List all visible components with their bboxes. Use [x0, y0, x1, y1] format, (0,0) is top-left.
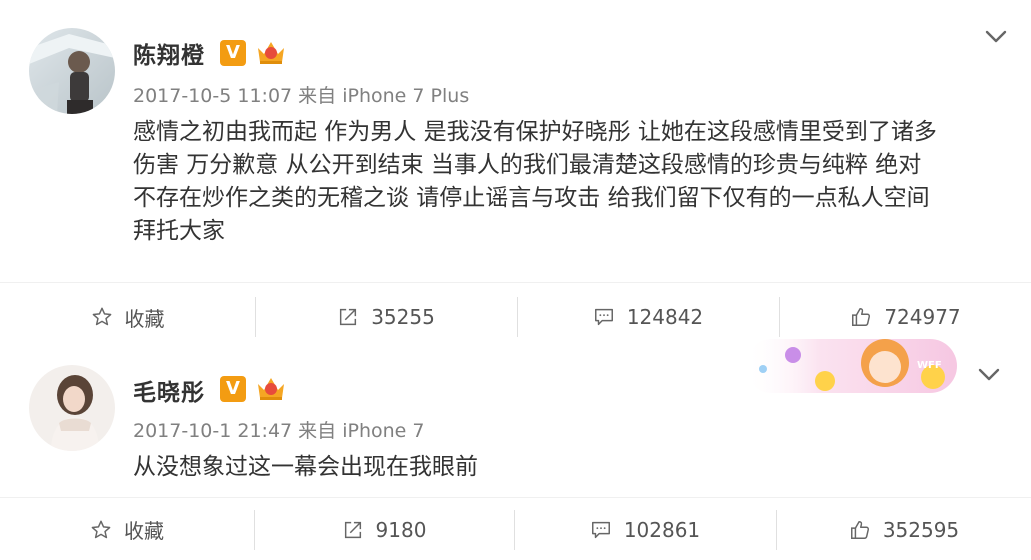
- chevron-down-icon[interactable]: [985, 30, 1007, 44]
- content-line: 感情之初由我而起 作为男人 是我没有保护好晓彤 让她在这段感情里受到了诸多: [133, 119, 937, 145]
- post-content: 感情之初由我而起 作为男人 是我没有保护好晓彤 让她在这段感情里受到了诸多 伤害…: [133, 116, 1013, 248]
- star-icon: [92, 307, 111, 326]
- avatar-photo-icon: [29, 28, 115, 114]
- post-date[interactable]: 2017-10-5 11:07: [133, 85, 292, 107]
- share-arrow-icon: [340, 308, 357, 326]
- favorite-button[interactable]: 收藏: [0, 498, 254, 560]
- avatar[interactable]: [29, 28, 115, 114]
- comment-button[interactable]: 124842: [518, 283, 778, 351]
- weibo-post-1: 陈翔橙 V 2017-10-5 11:07 来自 iPhone 7 Plus 感…: [0, 0, 1031, 282]
- source-prefix: 来自: [298, 420, 337, 442]
- verified-badge: V: [220, 376, 246, 402]
- comment-button[interactable]: 102861: [515, 498, 775, 560]
- like-count: 352595: [882, 517, 960, 542]
- thumbs-up-icon: [850, 520, 869, 539]
- action-bar: 收藏 9180 102861 352595: [0, 497, 1031, 560]
- chevron-down-icon[interactable]: [978, 368, 1000, 382]
- content-line: 从没想象过这一幕会出现在我眼前: [133, 454, 478, 480]
- post-source[interactable]: iPhone 7 Plus: [342, 85, 469, 107]
- favorite-label: 收藏: [124, 306, 165, 331]
- content-line: 拜托大家: [133, 218, 225, 244]
- source-prefix: 来自: [298, 85, 337, 107]
- post-date[interactable]: 2017-10-1 21:47: [133, 420, 292, 442]
- like-count: 724977: [884, 305, 961, 329]
- avatar-photo-icon: [29, 365, 115, 451]
- favorite-button[interactable]: 收藏: [0, 283, 255, 351]
- repost-button[interactable]: 35255: [256, 283, 516, 351]
- post-meta: 2017-10-5 11:07 来自 iPhone 7 Plus: [133, 81, 469, 108]
- like-button[interactable]: 352595: [777, 498, 1031, 560]
- crown-badge-icon: [258, 378, 284, 400]
- comment-count: 102861: [623, 517, 701, 542]
- post-meta: 2017-10-1 21:47 来自 iPhone 7: [133, 416, 425, 443]
- star-icon: [91, 520, 111, 538]
- crown-badge-icon: [258, 42, 284, 64]
- comment-icon: [591, 521, 610, 538]
- avatar[interactable]: [29, 365, 115, 451]
- repost-count: 9180: [375, 517, 427, 542]
- thumbs-up-icon: [852, 308, 871, 326]
- comment-count: 124842: [626, 305, 704, 329]
- post-content: 从没想象过这一幕会出现在我眼前: [133, 451, 1013, 484]
- card-skin-banner-icon: WFF: [745, 339, 957, 393]
- banner-text: WFF: [917, 360, 942, 371]
- username[interactable]: 陈翔橙: [133, 36, 205, 70]
- content-line: 伤害 万分歉意 从公开到结束 当事人的我们最清楚这段感情的珍贵与纯粹 绝对: [133, 152, 922, 178]
- favorite-label: 收藏: [124, 519, 164, 543]
- share-arrow-icon: [344, 521, 361, 538]
- username[interactable]: 毛晓彤: [133, 373, 205, 407]
- post-source[interactable]: iPhone 7: [342, 420, 424, 442]
- content-line: 不存在炒作之类的无稽之谈 请停止谣言与攻击 给我们留下仅有的一点私人空间: [133, 185, 930, 211]
- verified-badge: V: [220, 40, 246, 66]
- comment-icon: [594, 308, 613, 326]
- repost-count: 35255: [371, 305, 435, 329]
- repost-button[interactable]: 9180: [255, 498, 513, 560]
